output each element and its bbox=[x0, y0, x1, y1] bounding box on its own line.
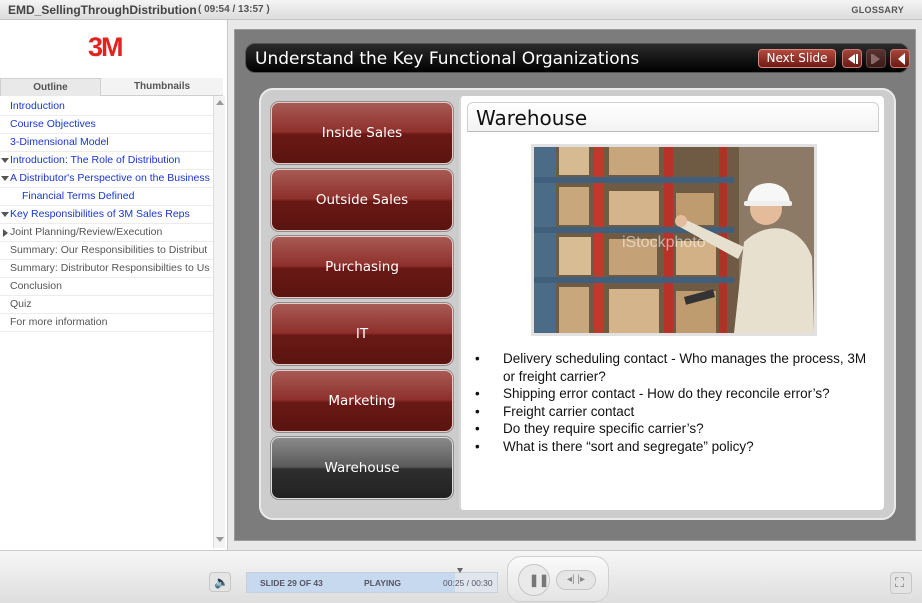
outline-item-label: A Distributor's Perspective on the Busin… bbox=[10, 172, 210, 184]
warehouse-worker-image: iStockphoto bbox=[534, 147, 814, 333]
bullet-list: • Delivery scheduling contact - Who manag… bbox=[473, 350, 877, 455]
playhead-marker-icon[interactable] bbox=[457, 568, 463, 573]
fullscreen-button[interactable]: ⛶ bbox=[890, 572, 912, 594]
expand-triangle-icon[interactable] bbox=[1, 176, 9, 181]
outline-item-introduction[interactable]: Introduction bbox=[0, 98, 213, 116]
outline-item-role-of-distribution[interactable]: Introduction: The Role of Distribution bbox=[0, 152, 213, 170]
forward-arrow-icon bbox=[873, 54, 880, 64]
sidebar: 3M Outline Thumbnails Introduction Cours… bbox=[0, 20, 228, 550]
outline-item-summary-distributor-responsibilities[interactable]: Summary: Distributor Responsibilties to … bbox=[0, 260, 213, 278]
course-timer: ( 09:54 / 13:57 ) bbox=[198, 4, 270, 15]
section-content: Warehouse iStockphoto • Delivery schedul… bbox=[459, 96, 884, 510]
previous-bar-icon bbox=[856, 54, 858, 64]
bullet-text: Delivery scheduling contact - Who manage… bbox=[503, 351, 867, 384]
volume-icon: 🔈 bbox=[214, 575, 229, 589]
section-title: Warehouse bbox=[476, 106, 588, 130]
content-panel: Inside Sales Outside Sales Purchasing IT… bbox=[259, 88, 896, 520]
tab-outline[interactable]: Outline bbox=[0, 78, 101, 96]
outline-item-3d-model[interactable]: 3-Dimensional Model bbox=[0, 134, 213, 152]
audio-button[interactable] bbox=[890, 49, 910, 68]
player-controls: 🔈 SLIDE 29 OF 43 PLAYING 00:25 / 00:30 ❚… bbox=[0, 550, 922, 603]
inside-sales-button[interactable]: Inside Sales bbox=[271, 102, 453, 164]
fullscreen-icon: ⛶ bbox=[895, 575, 905, 590]
logo-3m: 3M bbox=[88, 32, 123, 62]
slide-title: Understand the Key Functional Organizati… bbox=[255, 49, 640, 69]
outline-item-label: Joint Planning/Review/Execution bbox=[10, 226, 163, 238]
expand-triangle-icon[interactable] bbox=[1, 158, 9, 163]
outline-item-course-objectives[interactable]: Course Objectives bbox=[0, 116, 213, 134]
playback-progress[interactable]: SLIDE 29 OF 43 PLAYING 00:25 / 00:30 bbox=[246, 568, 498, 593]
outline-item-joint-planning[interactable]: Joint Planning/Review/Execution bbox=[0, 224, 213, 242]
warehouse-photo: iStockphoto bbox=[531, 144, 817, 336]
bullet-dot: • bbox=[475, 351, 480, 366]
slide-title-bar: Understand the Key Functional Organizati… bbox=[245, 43, 910, 73]
glossary-link[interactable]: GLOSSARY bbox=[851, 5, 904, 15]
purchasing-button[interactable]: Purchasing bbox=[271, 236, 453, 298]
forward-button[interactable] bbox=[866, 49, 886, 68]
sidebar-tabs: Outline Thumbnails bbox=[0, 78, 226, 96]
watermark-text: iStockphoto bbox=[622, 234, 706, 251]
seek-buttons[interactable]: ◂| |▸ bbox=[556, 570, 596, 590]
bullet-dot: • bbox=[475, 403, 480, 419]
previous-button[interactable] bbox=[842, 49, 862, 68]
forward-icon[interactable]: |▸ bbox=[577, 574, 585, 585]
scroll-up-icon[interactable] bbox=[216, 100, 224, 105]
outline-item-label: Key Responsibilities of 3M Sales Reps bbox=[10, 208, 190, 220]
bullet-text: Shipping error contact - How do they rec… bbox=[503, 386, 830, 401]
bullet-item: • Delivery scheduling contact - Who manag… bbox=[473, 350, 877, 385]
outline-item-financial-terms[interactable]: Financial Terms Defined bbox=[0, 188, 213, 206]
outline-item-conclusion[interactable]: Conclusion bbox=[0, 278, 213, 296]
scroll-down-icon[interactable] bbox=[216, 537, 224, 542]
outline-item-quiz[interactable]: Quiz bbox=[0, 296, 213, 314]
expand-triangle-icon[interactable] bbox=[1, 212, 9, 217]
outside-sales-button[interactable]: Outside Sales bbox=[271, 169, 453, 231]
outline-item-key-responsibilities[interactable]: Key Responsibilities of 3M Sales Reps bbox=[0, 206, 213, 224]
bullet-item: • What is there “sort and segregate” poli… bbox=[473, 438, 877, 456]
it-button[interactable]: IT bbox=[271, 303, 453, 365]
course-title: EMD_SellingThroughDistribution bbox=[8, 3, 197, 17]
outline-item-label: Introduction: The Role of Distribution bbox=[10, 154, 181, 166]
outline-item-distributor-perspective[interactable]: A Distributor's Perspective on the Busin… bbox=[0, 170, 213, 188]
tab-thumbnails[interactable]: Thumbnails bbox=[101, 78, 223, 96]
bullet-dot: • bbox=[475, 421, 480, 436]
pause-icon: ❚❚ bbox=[529, 573, 550, 587]
bullet-text: Freight carrier contact bbox=[503, 403, 635, 419]
slide-stage: Understand the Key Functional Organizati… bbox=[234, 29, 916, 541]
playback-time: 00:25 / 00:30 bbox=[443, 578, 493, 588]
speaker-icon bbox=[898, 53, 905, 65]
outline-list: Introduction Course Objectives 3-Dimensi… bbox=[0, 98, 213, 332]
volume-button[interactable]: 🔈 bbox=[209, 572, 231, 592]
next-slide-button[interactable]: Next Slide bbox=[758, 49, 836, 68]
section-title-box: Warehouse bbox=[467, 102, 879, 132]
bullet-item: • Do they require specific carrier’s? bbox=[473, 420, 877, 438]
bullet-dot: • bbox=[475, 438, 480, 454]
bullet-text: Do they require specific carrier’s? bbox=[503, 421, 704, 436]
transport-controls: ❚❚ ◂| |▸ bbox=[507, 556, 609, 602]
collapse-triangle-icon[interactable] bbox=[3, 229, 8, 237]
outline-item-summary-our-responsibilities[interactable]: Summary: Our Responsibilities to Distrib… bbox=[0, 242, 213, 260]
bullet-item: • Freight carrier contact bbox=[473, 403, 877, 421]
playback-state: PLAYING bbox=[364, 578, 402, 588]
warehouse-button[interactable]: Warehouse bbox=[271, 437, 453, 499]
slide-counter: SLIDE 29 OF 43 bbox=[260, 578, 323, 588]
pause-button[interactable]: ❚❚ bbox=[518, 564, 550, 596]
title-bar: EMD_SellingThroughDistribution ( 09:54 /… bbox=[0, 0, 922, 20]
rewind-icon[interactable]: ◂| bbox=[567, 574, 575, 585]
bullet-dot: • bbox=[475, 386, 480, 401]
previous-arrow-icon bbox=[848, 54, 855, 64]
bullet-item: • Shipping error contact - How do they re… bbox=[473, 385, 877, 403]
outline-item-more-information[interactable]: For more information bbox=[0, 314, 213, 332]
marketing-button[interactable]: Marketing bbox=[271, 370, 453, 432]
bullet-text: What is there “sort and segregate” polic… bbox=[503, 438, 754, 454]
outline-scrollbar[interactable] bbox=[213, 96, 225, 548]
